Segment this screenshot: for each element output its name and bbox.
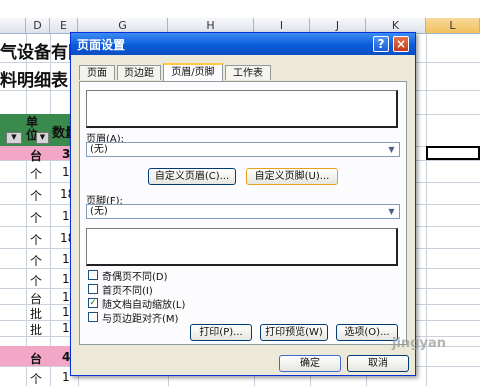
cell-unit: 个 bbox=[30, 274, 43, 288]
first-page-different-label: 首页不同(I) bbox=[102, 286, 153, 297]
footer-select[interactable]: (无) ▼ bbox=[86, 204, 400, 219]
cell-unit: 个 bbox=[30, 372, 43, 386]
watermark-logo: jingyan bbox=[392, 336, 446, 351]
footer-select-value: (无) bbox=[90, 206, 108, 217]
active-cell-selection[interactable] bbox=[426, 146, 480, 160]
first-page-different-checkbox[interactable] bbox=[88, 284, 98, 294]
cell-qty: 1 bbox=[62, 305, 70, 319]
tab-sheet[interactable]: 工作表 bbox=[225, 65, 271, 80]
sheet-title-line2: 料明细表 bbox=[0, 71, 68, 91]
cell-unit: 台 bbox=[30, 352, 43, 366]
cell-unit: 批 bbox=[30, 323, 43, 337]
cell-unit: 个 bbox=[30, 189, 43, 203]
cell-unit: 批 bbox=[30, 307, 43, 321]
cancel-button[interactable]: 取消 bbox=[347, 355, 409, 372]
cell-unit: 台 bbox=[30, 149, 43, 163]
cell-unit: 个 bbox=[30, 211, 43, 225]
help-button[interactable]: ? bbox=[373, 36, 389, 52]
header-footer-panel: 页眉(A): (无) ▼ 自定义页眉(C)... 自定义页脚(U)... 页脚(… bbox=[79, 81, 407, 345]
column-header-corner bbox=[0, 18, 26, 34]
custom-header-button[interactable]: 自定义页眉(C)... bbox=[148, 168, 236, 185]
chevron-down-icon: ▼ bbox=[388, 145, 395, 154]
tab-header-footer[interactable]: 页眉/页脚 bbox=[163, 63, 223, 81]
odd-even-different-checkbox[interactable] bbox=[88, 270, 98, 280]
formula-bar-area bbox=[0, 0, 480, 19]
align-with-margins-checkbox[interactable] bbox=[88, 312, 98, 322]
ok-button[interactable]: 确定 bbox=[279, 355, 341, 372]
options-button[interactable]: 选项(O)... bbox=[336, 324, 398, 341]
scale-with-document-checkbox[interactable]: ✓ bbox=[88, 298, 98, 308]
header-preview-box bbox=[86, 90, 398, 128]
print-preview-button[interactable]: 打印预览(W) bbox=[260, 324, 328, 341]
cell-unit: 个 bbox=[30, 254, 43, 268]
cell-qty: 1 bbox=[62, 165, 70, 179]
close-button[interactable]: × bbox=[393, 36, 409, 52]
tab-page[interactable]: 页面 bbox=[79, 65, 115, 80]
print-button[interactable]: 打印(P)... bbox=[190, 324, 252, 341]
dialog-titlebar[interactable]: 页面设置 ? × bbox=[71, 33, 415, 55]
filter-dropdown-icon[interactable]: ▼ bbox=[6, 132, 22, 144]
cell-qty: 1 bbox=[62, 290, 70, 304]
tab-margins[interactable]: 页边距 bbox=[117, 65, 161, 80]
scale-with-document-label: 随文档自动缩放(L) bbox=[102, 300, 186, 311]
header-select[interactable]: (无) ▼ bbox=[86, 142, 400, 157]
custom-footer-button[interactable]: 自定义页脚(U)... bbox=[246, 168, 338, 185]
cell-unit: 个 bbox=[30, 167, 43, 181]
odd-even-different-label: 奇偶页不同(D) bbox=[102, 272, 168, 283]
cell-qty: 1 bbox=[62, 321, 70, 335]
cell-qty: 1 bbox=[62, 252, 70, 266]
header-select-value: (无) bbox=[90, 144, 108, 155]
cell-qty: 1 bbox=[62, 272, 70, 286]
cell-unit: 个 bbox=[30, 233, 43, 247]
cell-qty: 1 bbox=[62, 370, 70, 384]
align-with-margins-label: 与页边距对齐(M) bbox=[102, 314, 179, 325]
dialog-title: 页面设置 bbox=[77, 38, 126, 52]
footer-preview-box bbox=[86, 228, 398, 266]
column-header-d[interactable]: D bbox=[26, 18, 50, 34]
filter-dropdown-icon[interactable]: ▼ bbox=[36, 132, 49, 144]
cell-qty: 1 bbox=[62, 209, 70, 223]
column-header-l[interactable]: L bbox=[426, 18, 480, 34]
page-setup-dialog: 页面设置 ? × 页面 页边距 页眉/页脚 工作表 页眉(A): (无) ▼ 自… bbox=[70, 32, 416, 376]
chevron-down-icon: ▼ bbox=[388, 207, 395, 216]
